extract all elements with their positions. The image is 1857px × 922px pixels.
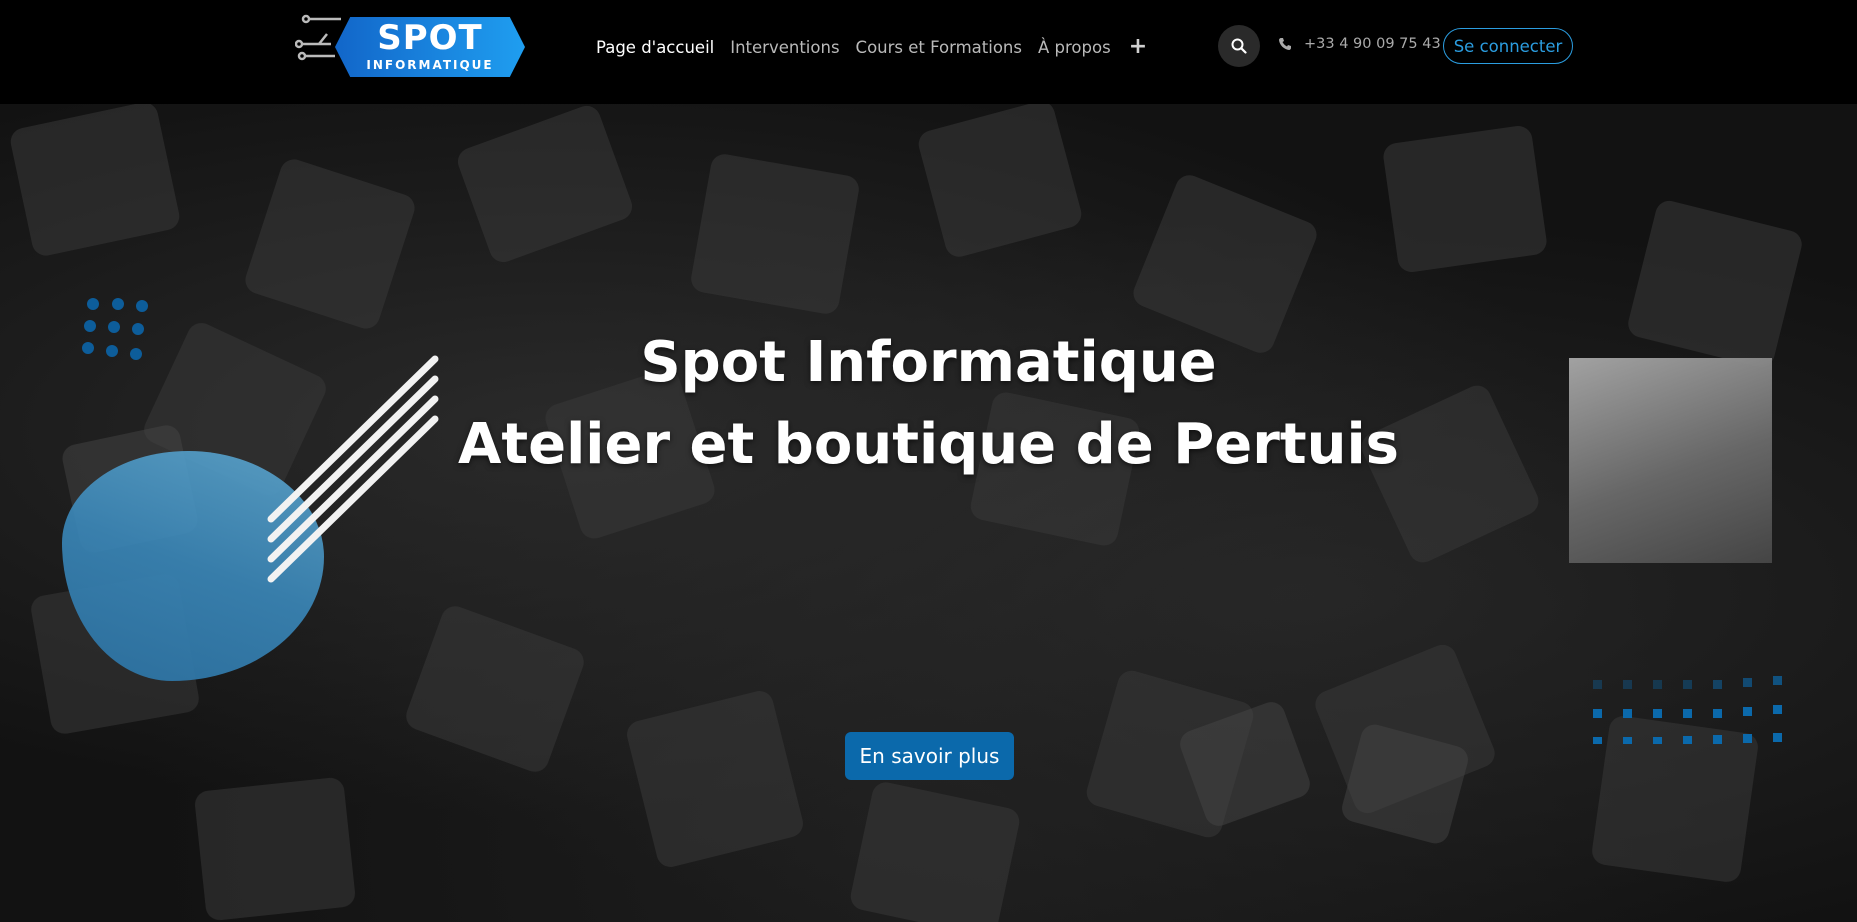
hero-title-line2: Atelier et boutique de Pertuis	[457, 412, 1399, 477]
plus-icon[interactable]: +	[1129, 36, 1147, 58]
top-navbar: SPOT INFORMATIQUE Page d'accueil Interve…	[0, 0, 1857, 104]
login-button[interactable]: Se connecter	[1443, 28, 1573, 64]
hero-title-line1: Spot Informatique	[640, 330, 1217, 395]
learn-more-button[interactable]: En savoir plus	[845, 732, 1014, 780]
phone-contact[interactable]: +33 4 90 09 75 43	[1278, 36, 1441, 52]
nav-item-a-propos[interactable]: À propos	[1038, 38, 1111, 57]
phone-icon	[1279, 38, 1291, 50]
main-nav: Page d'accueil Interventions Cours et Fo…	[596, 36, 1147, 58]
search-icon	[1231, 38, 1247, 54]
logo-tagline: INFORMATIQUE	[366, 58, 494, 72]
site-logo[interactable]: SPOT INFORMATIQUE	[295, 14, 533, 80]
logo-name: SPOT	[377, 18, 483, 58]
dot-grid-decoration	[1593, 676, 1782, 744]
nav-item-cours-formations[interactable]: Cours et Formations	[856, 38, 1022, 57]
phone-number: +33 4 90 09 75 43	[1304, 36, 1441, 52]
nav-item-accueil[interactable]: Page d'accueil	[596, 38, 714, 57]
hero-section: Spot Informatique Atelier et boutique de…	[0, 104, 1857, 922]
search-button[interactable]	[1218, 25, 1260, 67]
hero-title: Spot Informatique Atelier et boutique de…	[0, 322, 1857, 486]
nav-item-interventions[interactable]: Interventions	[730, 38, 839, 57]
